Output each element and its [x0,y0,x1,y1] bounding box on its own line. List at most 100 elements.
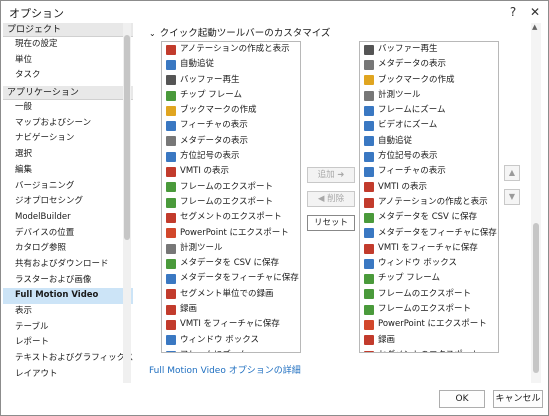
add-button[interactable]: 追加 ➜ [307,167,355,183]
close-button[interactable]: ✕ [526,3,544,21]
sidebar-item[interactable]: レポート [3,335,133,351]
list-item[interactable]: バッファー再生 [360,42,498,57]
sidebar-item[interactable]: テーブル [3,320,133,336]
toolbar-commands-list[interactable]: バッファー再生 メタデータの表示 ブックマークの作成 計測ツール フレームにズームビデオ… [359,41,499,353]
sidebar-item[interactable]: バージョニング [3,179,133,195]
list-item-label: VMTI をフィーチャに保存 [180,319,280,330]
list-item[interactable]: フレームにズーム [360,103,498,118]
list-item[interactable]: フレームのエクスポート [162,180,300,195]
list-item[interactable]: VMTI をフィーチャに保存 [162,317,300,332]
list-item-label: チップ フレーム [378,273,440,284]
project-header: プロジェクト [3,23,133,37]
north-arrow-icon [166,151,176,162]
feature-display-icon [364,167,374,178]
sidebar-item[interactable]: 共有およびダウンロード [3,257,133,273]
move-down-button[interactable]: ▼ [504,189,520,205]
list-item[interactable]: セグメントのエクスポート [162,210,300,225]
sidebar-item[interactable]: レイアウト [3,367,133,383]
cancel-button[interactable]: キャンセル [493,390,543,408]
main-scroll-thumb[interactable] [533,223,539,373]
chip-frame-icon [364,274,374,285]
sidebar-item[interactable]: 選択 [3,147,133,163]
list-item[interactable]: フレームにズーム [162,348,300,352]
scroll-up-arrow-icon[interactable]: ▲ [532,23,537,31]
list-item[interactable]: バッファー再生 [162,73,300,88]
main-scrollbar[interactable]: ▲ [531,23,541,383]
list-item[interactable]: メタデータの表示 [360,57,498,72]
list-item[interactable]: VMTI の表示 [360,180,498,195]
available-commands-list[interactable]: アノテーションの作成と表示 自動追従 バッファー再生 チップ フレームブックマークの作… [161,41,301,353]
sidebar-item[interactable]: ModelBuilder [3,210,133,226]
sidebar-item[interactable]: カタログ参照 [3,241,133,257]
help-button[interactable]: ? [504,3,522,21]
list-item[interactable]: ウィンドウ ボックス [162,333,300,348]
list-item-label: 録画 [180,304,198,315]
list-item[interactable]: フレームのエクスポート [360,302,498,317]
sidebar-item[interactable]: 現在の設定 [3,37,133,53]
sidebar-item[interactable]: 一般 [3,100,133,116]
list-item[interactable]: PowerPoint にエクスポート [162,226,300,241]
sidebar-item[interactable]: ナビゲーション [3,131,133,147]
sidebar-scroll-thumb[interactable] [124,35,130,240]
list-item[interactable]: セグメント単位での録画 [162,287,300,302]
sidebar-item[interactable]: 単位 [3,53,133,69]
sidebar-scrollbar[interactable] [123,23,131,383]
list-item[interactable]: アノテーションの作成と表示 [162,42,300,57]
sidebar-item[interactable]: ラスターおよび画像 [3,273,133,289]
sidebar-item[interactable]: ジオプロセシング [3,194,133,210]
list-item[interactable]: 自動追従 [360,134,498,149]
list-item[interactable]: 方位記号の表示 [360,149,498,164]
list-item[interactable]: VMTI の表示 [162,164,300,179]
remove-button[interactable]: ◀ 削除 [307,191,355,207]
section-header[interactable]: ⌄ クイック起動ツールバーのカスタマイズ [149,25,330,39]
reset-button[interactable]: リセット [307,215,355,231]
list-item[interactable]: 方位記号の表示 [162,149,300,164]
list-item[interactable]: ビデオにズーム [360,118,498,133]
bookmark-icon [364,75,374,86]
list-item[interactable]: セグメントのエクスポート [360,348,498,352]
list-item[interactable]: メタデータをフィーチャに保存 [162,271,300,286]
list-item[interactable]: PowerPoint にエクスポート [360,317,498,332]
options-dialog: オプション ? ✕ プロジェクト 現在の設定 単位 タスク アプリケーション 一般マ… [0,0,549,416]
list-item[interactable]: ウィンドウ ボックス [360,256,498,271]
list-item[interactable]: 録画 [360,333,498,348]
list-item[interactable]: ブックマークの作成 [360,73,498,88]
sidebar-item[interactable]: 表示 [3,304,133,320]
move-up-button[interactable]: ▲ [504,165,520,181]
sidebar-item[interactable]: タスク [3,68,133,84]
vmti-icon [166,167,176,178]
list-item[interactable]: 計測ツール [360,88,498,103]
list-item[interactable]: フィーチャの表示 [360,164,498,179]
list-item[interactable]: メタデータを CSV に保存 [162,256,300,271]
sidebar-item[interactable]: デバイスの位置 [3,226,133,242]
sidebar-item[interactable]: テキストおよびグラフィックス [3,351,133,367]
sidebar-item[interactable]: マップおよびシーン [3,116,133,132]
list-item[interactable]: 録画 [162,302,300,317]
ok-button[interactable]: OK [439,390,485,408]
list-item-label: 計測ツール [180,242,223,253]
list-item[interactable]: メタデータをフィーチャに保存 [360,226,498,241]
list-item[interactable]: フィーチャの表示 [162,118,300,133]
sidebar-item[interactable]: 編集 [3,163,133,179]
fmv-options-help-link[interactable]: Full Motion Video オプションの詳細 [149,363,301,376]
list-item[interactable]: メタデータの表示 [162,134,300,149]
list-item[interactable]: VMTI をフィーチャに保存 [360,241,498,256]
list-item[interactable]: フレームのエクスポート [360,287,498,302]
list-item[interactable]: 計測ツール [162,241,300,256]
list-item-label: メタデータをフィーチャに保存 [378,227,497,238]
list-item[interactable]: チップ フレーム [360,271,498,286]
list-item[interactable]: アノテーションの作成と表示 [360,195,498,210]
chevron-down-icon: ⌄ [149,29,156,38]
sidebar-item[interactable]: Full Motion Video [3,288,133,304]
list-item[interactable]: チップ フレーム [162,88,300,103]
list-item-label: フレームにズーム [180,348,248,352]
list-item[interactable]: メタデータを CSV に保存 [360,210,498,225]
record-icon [166,304,176,315]
chip-frame-icon [166,90,176,101]
list-item[interactable]: ブックマークの作成 [162,103,300,118]
auto-track-icon [364,136,374,147]
list-item-label: ビデオにズーム [378,120,438,131]
list-item[interactable]: フレームのエクスポート [162,195,300,210]
list-item[interactable]: 自動追従 [162,57,300,72]
list-item-label: チップ フレーム [180,89,242,100]
